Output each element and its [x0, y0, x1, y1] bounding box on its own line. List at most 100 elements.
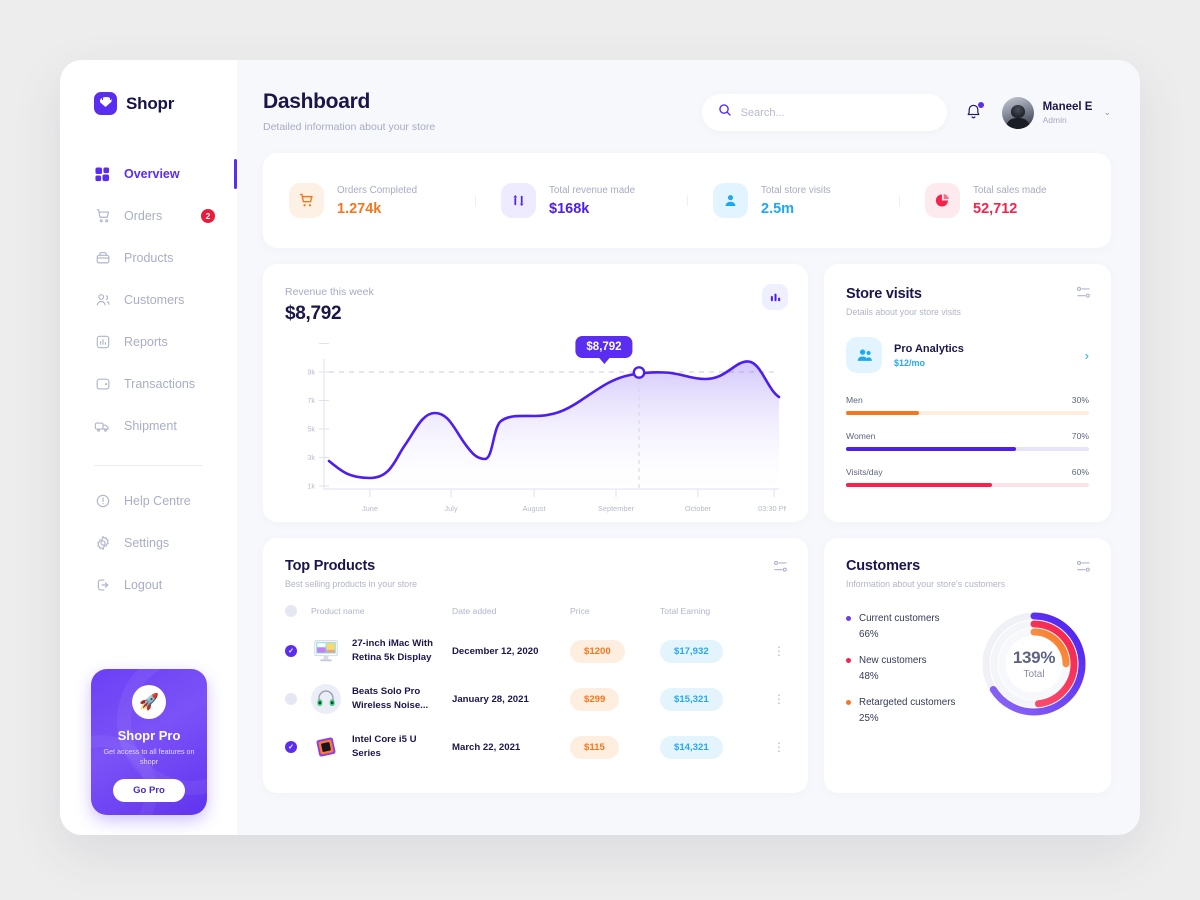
user-name: Maneel E — [1042, 101, 1093, 114]
stat-text: Total store visits 2.5m — [761, 185, 831, 217]
shopr-pro-card[interactable]: 🚀 Shopr Pro Get access to all features o… — [91, 669, 207, 815]
pro-analytics-title: Pro Analytics — [894, 342, 964, 355]
bar-chart-icon[interactable] — [762, 284, 788, 310]
search-bar[interactable] — [701, 94, 947, 131]
person-icon — [713, 183, 748, 218]
go-pro-button[interactable]: Go Pro — [113, 778, 185, 802]
user-role: Admin — [1042, 114, 1067, 125]
column-price: Price — [570, 606, 590, 616]
bell-icon[interactable] — [965, 102, 984, 123]
sidebar-item-logout[interactable]: Logout — [60, 564, 237, 606]
table-row[interactable]: Beats Solo Pro Wireless Noise... January… — [285, 675, 786, 723]
app-window: Shopr Overview Orders 2 Products Custome… — [60, 60, 1140, 835]
search-input[interactable] — [740, 106, 911, 119]
stat-text: Total revenue made $168k — [549, 185, 635, 217]
chevron-down-icon[interactable]: ⌄ — [1103, 107, 1111, 118]
select-all-cell — [285, 605, 311, 627]
main-content: Dashboard Detailed information about you… — [237, 60, 1140, 835]
page-title: Dashboard — [263, 90, 370, 113]
stat-orders-completed: Orders Completed 1.274k — [263, 183, 475, 218]
select-all-checkbox[interactable] — [285, 605, 297, 617]
row-checkbox[interactable] — [285, 693, 297, 705]
bar-chart-icon — [94, 334, 111, 351]
customers-donut: 139% Total — [979, 609, 1089, 719]
customers-body: Current customers 66% New customers 48% — [846, 612, 1089, 739]
visits-bars: Men 30% Women 70% Visits/day 60% — [846, 395, 1089, 487]
bar-label: Women — [846, 431, 876, 441]
table-row[interactable]: Intel Core i5 U Series March 22, 2021 $1… — [285, 723, 786, 771]
bar-pct: 30% — [1071, 395, 1089, 405]
stat-value: $168k — [549, 200, 590, 217]
legend-label: Current customers — [859, 613, 940, 624]
legend-item-current: Current customers 66% — [846, 613, 975, 640]
chart-tooltip: $8,792 — [575, 336, 633, 358]
sidebar-divider — [94, 465, 203, 466]
stat-value: 2.5m — [761, 200, 795, 217]
sliders-icon[interactable] — [773, 560, 788, 578]
sidebar-item-label: Orders — [124, 209, 163, 223]
card-subtitle: Details about your store visits — [846, 307, 961, 317]
sidebar-item-reports[interactable]: Reports — [60, 321, 237, 363]
product-date: March 22, 2021 — [452, 741, 521, 753]
legend-pct: 48% — [859, 671, 879, 682]
row-menu-icon[interactable]: ⋮ — [760, 723, 786, 771]
sidebar-item-settings[interactable]: Settings — [60, 522, 237, 564]
stats-bar: Orders Completed 1.274k Total revenue ma… — [263, 153, 1111, 248]
sidebar-item-transactions[interactable]: Transactions — [60, 363, 237, 405]
stat-label: Total revenue made — [549, 184, 636, 196]
wallet-icon — [94, 376, 111, 393]
sidebar-item-label: Help Centre — [124, 494, 191, 508]
brand-name: Shopr — [126, 93, 175, 113]
products-table: Product name Date added Price Total Earn… — [285, 605, 786, 771]
row-menu-icon[interactable]: ⋮ — [760, 627, 786, 675]
sidebar-item-customers[interactable]: Customers — [60, 279, 237, 321]
bar-track — [846, 411, 1089, 415]
stat-value: 1.274k — [337, 200, 382, 217]
search-icon — [718, 103, 732, 122]
stat-text: Total sales made 52,712 — [973, 185, 1047, 217]
sliders-icon[interactable] — [1076, 560, 1091, 578]
chevron-right-icon[interactable]: › — [1085, 348, 1089, 363]
sidebar-item-products[interactable]: Products — [60, 237, 237, 279]
sidebar-item-help-centre[interactable]: Help Centre — [60, 480, 237, 522]
primary-nav: Overview Orders 2 Products Customers Rep… — [60, 153, 237, 606]
headphones-icon — [311, 684, 341, 714]
sidebar-item-label: Transactions — [124, 377, 196, 391]
bar-fill — [846, 411, 919, 415]
sidebar-item-overview[interactable]: Overview — [60, 153, 237, 195]
pro-analytics-price: $12/mo — [894, 357, 926, 368]
sidebar-item-orders[interactable]: Orders 2 — [60, 195, 237, 237]
customers-card: Customers Information about your store's… — [824, 538, 1111, 793]
highlight-marker — [632, 366, 646, 379]
bar-label: Men — [846, 395, 863, 405]
cart-icon — [289, 183, 324, 218]
table-row[interactable]: 27-inch iMac With Retina 5k Display Dece… — [285, 627, 786, 675]
gear-icon — [94, 535, 111, 552]
bar-pct: 60% — [1071, 467, 1089, 477]
column-total-earning: Total Earning — [660, 606, 711, 616]
user-menu[interactable]: Maneel E Admin ⌄ — [1001, 96, 1111, 129]
transfer-arrows-icon — [501, 183, 536, 218]
cart-icon — [94, 208, 111, 225]
revenue-value: $8,792 — [285, 303, 342, 324]
row-checkbox[interactable] — [285, 645, 297, 657]
row-checkbox[interactable] — [285, 741, 297, 753]
sidebar-item-shipment[interactable]: Shipment — [60, 405, 237, 447]
row-menu-icon[interactable]: ⋮ — [760, 675, 786, 723]
sliders-icon[interactable] — [1076, 286, 1091, 304]
legend-item-retargeted: Retargeted customers 25% — [846, 697, 975, 724]
product-price: $299 — [570, 687, 620, 711]
legend-label: New customers — [859, 655, 927, 666]
stat-label: Total store visits — [761, 184, 831, 196]
pro-analytics-row[interactable]: Pro Analytics $12/mo › — [846, 337, 1089, 373]
truck-icon — [94, 418, 111, 435]
y-tick-9k: 9k — [307, 368, 315, 377]
grid-icon — [94, 166, 111, 183]
legend-label: Retargeted customers — [859, 697, 956, 708]
stat-value: 52,712 — [973, 200, 1018, 217]
bar-fill — [846, 447, 1017, 451]
x-tick-august: August — [522, 504, 545, 513]
y-tick-7k: 7k — [307, 396, 315, 405]
x-tick-september: September — [598, 504, 635, 513]
card-subtitle: Information about your store's customers — [846, 579, 1006, 589]
